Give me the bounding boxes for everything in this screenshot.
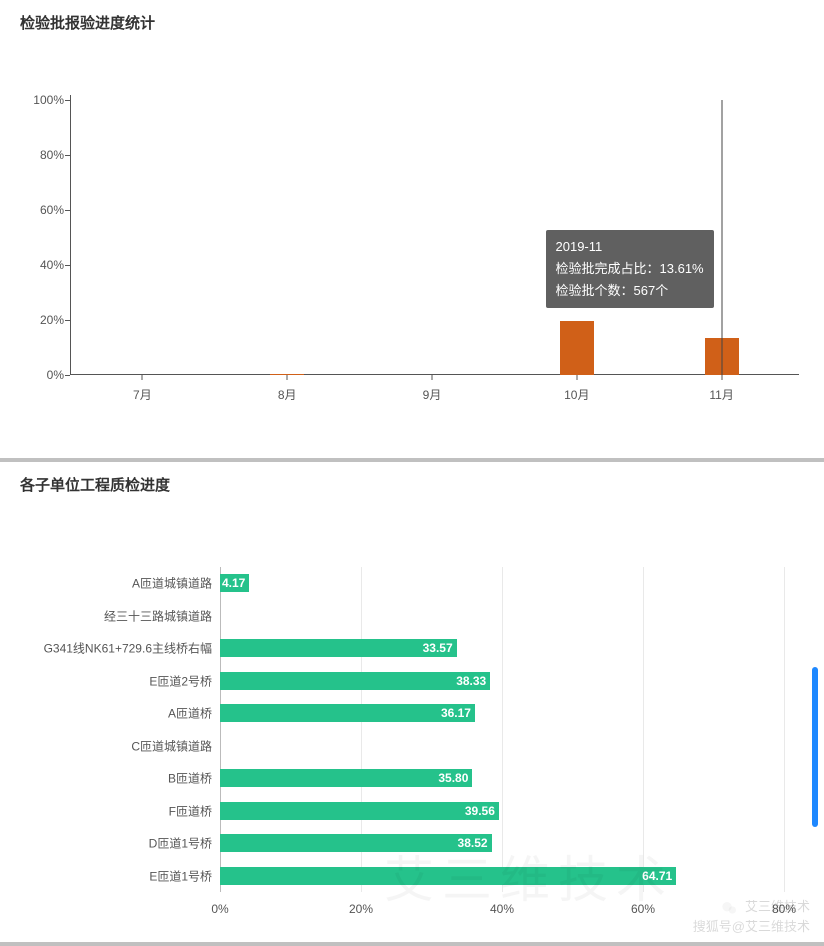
chart2-row: C匝道城镇道路 [220, 737, 784, 755]
chart1-x-tick-label: 11月 [709, 386, 733, 403]
chart2-value-label: 38.33 [456, 674, 486, 688]
chart2-category-label: F匝道桥 [169, 802, 212, 819]
chart2-scrollbar-thumb[interactable] [812, 667, 818, 827]
chart2-category-label: B匝道桥 [168, 770, 212, 787]
panel2-title: 各子单位工程质检进度 [0, 462, 824, 495]
chart2-bar[interactable] [220, 867, 676, 885]
chart1-y-tick-label: 100% [20, 93, 64, 107]
chart1-plot-area: 0%20%40%60%80%100%7月8月9月10月11月2019-11检验批… [70, 100, 794, 375]
subunit-qc-progress-panel: 各子单位工程质检进度 0%20%40%60%80%A匝道城镇道路4.17经三十三… [0, 462, 824, 942]
chart2-bar[interactable] [220, 802, 499, 820]
chart2-row: B匝道桥35.80 [220, 769, 784, 787]
chart2-x-tick-label: 0% [211, 902, 228, 916]
chart2-row: D匝道1号桥38.52 [220, 834, 784, 852]
chart1-x-tick-label: 10月 [564, 386, 589, 403]
panel1-title: 检验批报验进度统计 [0, 0, 824, 33]
chart2-row: G341线NK61+729.6主线桥右幅33.57 [220, 639, 784, 657]
chart2-bar[interactable] [220, 834, 492, 852]
chart2-row: A匝道桥36.17 [220, 704, 784, 722]
chart2-category-label: G341线NK61+729.6主线桥右幅 [44, 640, 212, 657]
chart1-y-tick-label: 40% [20, 258, 64, 272]
inspection-progress-panel: 检验批报验进度统计 0%20%40%60%80%100%7月8月9月10月11月… [0, 0, 824, 462]
chart2-bar[interactable] [220, 769, 472, 787]
chart2-bar[interactable] [220, 672, 490, 690]
tooltip-title: 2019-11 [556, 236, 704, 258]
chart2-row: E匝道1号桥64.71 [220, 867, 784, 885]
chart2-value-label: 64.71 [642, 869, 672, 883]
chart2-row: E匝道2号桥38.33 [220, 672, 784, 690]
chart1-y-tick-label: 20% [20, 313, 64, 327]
chart2-row: A匝道城镇道路4.17 [220, 574, 784, 592]
chart1-tooltip: 2019-11检验批完成占比：13.61%检验批个数：567个 [546, 230, 714, 308]
inspection-progress-chart[interactable]: 0%20%40%60%80%100%7月8月9月10月11月2019-11检验批… [0, 55, 824, 435]
chart2-value-label: 38.52 [458, 836, 488, 850]
chart2-bar[interactable] [220, 639, 457, 657]
chart2-x-gridline [784, 567, 785, 892]
chart2-x-tick-label: 80% [772, 902, 796, 916]
chart1-x-tick-label: 7月 [133, 386, 152, 403]
chart2-bar[interactable] [220, 704, 475, 722]
chart2-row: F匝道桥39.56 [220, 802, 784, 820]
chart1-x-tick [142, 375, 143, 380]
chart1-x-tick [721, 375, 722, 380]
chart2-x-tick-label: 60% [631, 902, 655, 916]
chart2-value-label: 33.57 [423, 641, 453, 655]
tooltip-line2: 检验批个数：567个 [556, 280, 704, 302]
chart1-bar[interactable] [270, 374, 304, 375]
chart1-y-tick-label: 80% [20, 148, 64, 162]
chart2-value-label: 4.17 [222, 576, 245, 590]
chart2-value-label: 39.56 [465, 804, 495, 818]
chart2-category-label: A匝道城镇道路 [132, 575, 212, 592]
chart2-value-label: 36.17 [441, 706, 471, 720]
chart2-category-label: D匝道1号桥 [149, 835, 212, 852]
chart1-x-tick [432, 375, 433, 380]
chart2-value-label: 35.80 [438, 771, 468, 785]
chart2-category-label: C匝道城镇道路 [131, 737, 212, 754]
subunit-qc-progress-chart[interactable]: 0%20%40%60%80%A匝道城镇道路4.17经三十三路城镇道路G341线N… [0, 567, 824, 932]
chart2-category-label: A匝道桥 [168, 705, 212, 722]
chart1-hover-line [721, 100, 722, 375]
chart2-category-label: 经三十三路城镇道路 [104, 607, 212, 624]
chart1-x-tick [576, 375, 577, 380]
chart2-category-label: E匝道1号桥 [149, 867, 212, 884]
chart1-x-tick-label: 8月 [278, 386, 297, 403]
tooltip-line1: 检验批完成占比：13.61% [556, 258, 704, 280]
chart1-y-tick-label: 60% [20, 203, 64, 217]
chart1-y-axis [70, 95, 71, 375]
chart2-x-tick-label: 40% [490, 902, 514, 916]
chart2-row: 经三十三路城镇道路 [220, 607, 784, 625]
chart2-category-label: E匝道2号桥 [149, 672, 212, 689]
chart2-plot-area: 0%20%40%60%80%A匝道城镇道路4.17经三十三路城镇道路G341线N… [220, 567, 784, 892]
chart1-x-axis [70, 374, 799, 375]
chart1-y-tick-label: 0% [20, 368, 64, 382]
chart1-x-tick-label: 9月 [423, 386, 442, 403]
chart1-x-tick [287, 375, 288, 380]
chart2-x-tick-label: 20% [349, 902, 373, 916]
chart1-bar[interactable] [560, 321, 594, 375]
